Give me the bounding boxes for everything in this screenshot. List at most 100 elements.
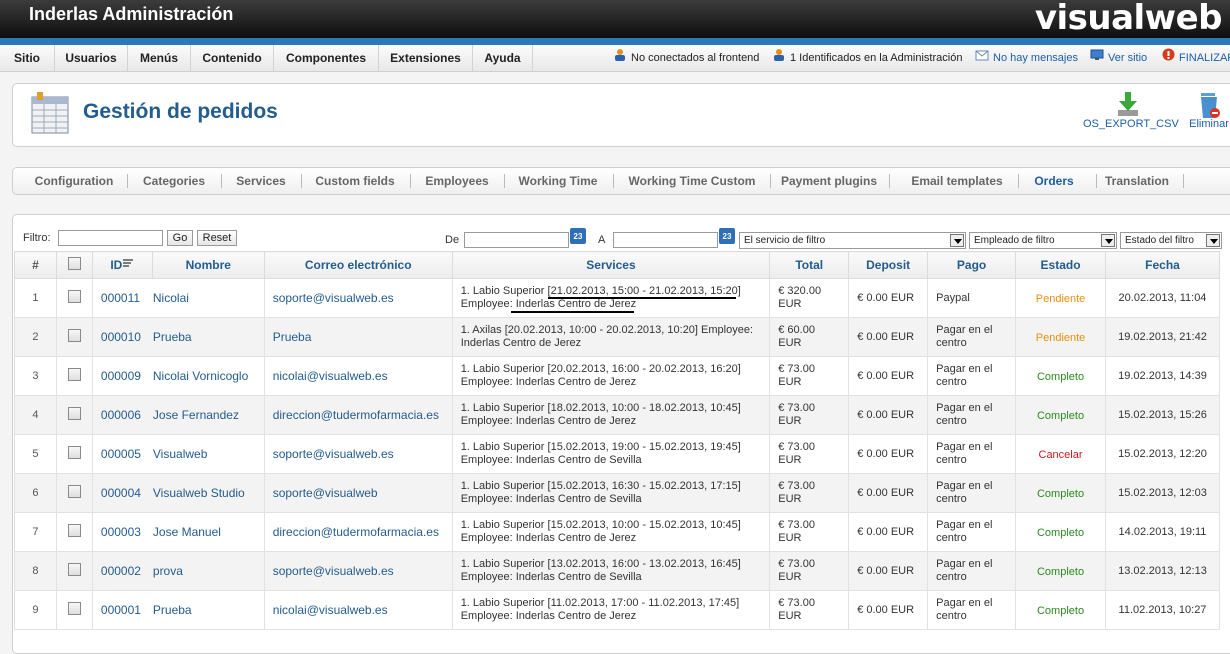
- order-status[interactable]: Completo: [1037, 527, 1084, 539]
- calendar-icon[interactable]: 23: [719, 228, 735, 244]
- order-id-link[interactable]: 000011: [101, 291, 153, 305]
- col-fecha[interactable]: Fecha: [1105, 251, 1220, 279]
- menu-componentes[interactable]: Componentes: [274, 45, 379, 72]
- row-checkbox[interactable]: [67, 563, 81, 576]
- filter-label: Filtro:: [23, 232, 51, 244]
- service-filter-value: El servicio de filtro: [744, 235, 826, 246]
- col-nombre[interactable]: Nombre: [151, 251, 265, 279]
- menu-contenido[interactable]: Contenido: [191, 45, 274, 72]
- employee-filter-select[interactable]: Empleado de filtro: [969, 232, 1117, 249]
- order-status[interactable]: Cancelar: [1039, 449, 1083, 461]
- row-checkbox[interactable]: [67, 407, 81, 420]
- view-site-link[interactable]: Ver sitio: [1090, 45, 1147, 72]
- order-payment: Pagar en el centro: [927, 512, 1017, 552]
- order-status[interactable]: Completo: [1037, 605, 1084, 617]
- menu-ayuda[interactable]: Ayuda: [473, 45, 533, 72]
- tab-working-time[interactable]: Working Time: [510, 168, 606, 194]
- tab-translation[interactable]: Translation: [1098, 168, 1176, 194]
- order-id-link[interactable]: 000003: [101, 525, 153, 539]
- row-checkbox[interactable]: [67, 524, 81, 537]
- order-email[interactable]: soporte@visualweb.es: [263, 278, 453, 318]
- delete-button[interactable]: Eliminar: [1185, 90, 1230, 130]
- row-checkbox[interactable]: [67, 290, 81, 303]
- order-email[interactable]: nicolai@visualweb.es: [263, 590, 453, 630]
- col-id[interactable]: ID: [91, 251, 153, 279]
- order-id-link[interactable]: 000002: [101, 564, 153, 578]
- tab-custom-fields[interactable]: Custom fields: [307, 168, 403, 194]
- service-filter-select[interactable]: El servicio de filtro: [739, 232, 966, 249]
- row-checkbox[interactable]: [67, 329, 81, 342]
- calendar-icon[interactable]: 23: [570, 228, 586, 244]
- order-services: 1. Labio Superior [13.02.2013, 16:00 - 1…: [451, 551, 771, 591]
- col-services[interactable]: Services: [451, 251, 771, 279]
- col-estado[interactable]: Estado: [1015, 251, 1106, 279]
- order-name-link[interactable]: Jose Manuel: [153, 525, 221, 539]
- order-email[interactable]: Prueba: [263, 317, 453, 357]
- order-name-link[interactable]: Prueba: [153, 603, 192, 617]
- order-email[interactable]: direccion@tudermofarmacia.es: [263, 512, 453, 552]
- order-name-link[interactable]: Visualweb: [153, 447, 207, 461]
- employee-line: Employee: Inderlas Centro de Jerez: [460, 298, 637, 310]
- order-email[interactable]: nicolai@visualweb.es: [263, 356, 453, 396]
- order-email[interactable]: soporte@visualweb.es: [263, 434, 453, 474]
- order-id-link[interactable]: 000004: [101, 486, 153, 500]
- tab-configuration[interactable]: Configuration: [27, 168, 121, 194]
- order-payment: Pagar en el centro: [927, 590, 1017, 630]
- col-email[interactable]: Correo electrónico: [263, 251, 453, 279]
- order-id-link[interactable]: 000009: [101, 369, 153, 383]
- col-deposit[interactable]: Deposit: [848, 251, 929, 279]
- go-button[interactable]: Go: [167, 230, 193, 246]
- order-name-link[interactable]: prova: [153, 564, 183, 578]
- chevron-down-icon: [1206, 234, 1220, 247]
- order-status[interactable]: Completo: [1037, 371, 1084, 383]
- order-id-link[interactable]: 000005: [101, 447, 153, 461]
- order-name-link[interactable]: Prueba: [153, 330, 192, 344]
- col-pago[interactable]: Pago: [927, 251, 1017, 279]
- status-filter-select[interactable]: Estado del filtro: [1120, 232, 1222, 249]
- order-status[interactable]: Completo: [1037, 566, 1084, 578]
- row-number: 8: [14, 551, 57, 591]
- row-checkbox[interactable]: [67, 485, 81, 498]
- order-id-link[interactable]: 000010: [101, 330, 153, 344]
- order-id-link[interactable]: 000006: [101, 408, 153, 422]
- menu-menus[interactable]: Menús: [128, 45, 191, 72]
- filter-input[interactable]: [58, 230, 163, 246]
- order-status[interactable]: Completo: [1037, 410, 1084, 422]
- row-checkbox[interactable]: [67, 602, 81, 615]
- tab-employees[interactable]: Employees: [416, 168, 498, 194]
- col-total[interactable]: Total: [769, 251, 850, 279]
- table-row: 7 000003 Jose Manuel direccion@tudermofarma…: [14, 512, 1220, 552]
- order-id-link[interactable]: 000001: [101, 603, 153, 617]
- order-name-link[interactable]: Jose Fernandez: [153, 408, 239, 422]
- menu-extensiones[interactable]: Extensiones: [379, 45, 473, 72]
- order-email[interactable]: soporte@visualweb: [263, 473, 453, 513]
- tab-categories[interactable]: Categories: [133, 168, 215, 194]
- from-date-input[interactable]: [464, 232, 569, 248]
- logout-link[interactable]: FINALIZAR: [1162, 45, 1230, 72]
- tab-email-templates[interactable]: Email templates: [895, 168, 1019, 194]
- tab-working-time-custom[interactable]: Working Time Custom: [619, 168, 765, 194]
- row-checkbox[interactable]: [67, 368, 81, 381]
- export-csv-button[interactable]: OS_EXPORT_CSV: [1083, 90, 1179, 130]
- service-line: 1. Labio Superior [18.02.2013, 10:00 - 1…: [460, 402, 741, 414]
- tab-payment-plugins[interactable]: Payment plugins: [776, 168, 882, 194]
- tab-services[interactable]: Services: [227, 168, 295, 194]
- order-status[interactable]: Pendiente: [1036, 293, 1086, 305]
- select-all-checkbox[interactable]: [67, 257, 81, 270]
- order-name-link[interactable]: Nicolai Vornicoglo: [153, 369, 248, 383]
- order-email[interactable]: soporte@visualweb.es: [263, 551, 453, 591]
- order-status[interactable]: Pendiente: [1036, 332, 1086, 344]
- row-number: 3: [14, 356, 57, 396]
- row-select-cell: [55, 473, 93, 513]
- to-date-input[interactable]: [613, 232, 718, 248]
- order-status[interactable]: Completo: [1037, 488, 1084, 500]
- order-name-link[interactable]: Visualweb Studio: [153, 486, 245, 500]
- messages-link[interactable]: No hay mensajes: [975, 45, 1078, 72]
- row-checkbox[interactable]: [67, 446, 81, 459]
- order-name-link[interactable]: Nicolai: [153, 291, 189, 305]
- reset-button[interactable]: Reset: [197, 230, 237, 246]
- menu-usuarios[interactable]: Usuarios: [55, 45, 128, 72]
- tab-orders[interactable]: Orders: [1018, 168, 1090, 194]
- menu-sitio[interactable]: Sitio: [0, 45, 55, 72]
- order-email[interactable]: direccion@tudermofarmacia.es: [263, 395, 453, 435]
